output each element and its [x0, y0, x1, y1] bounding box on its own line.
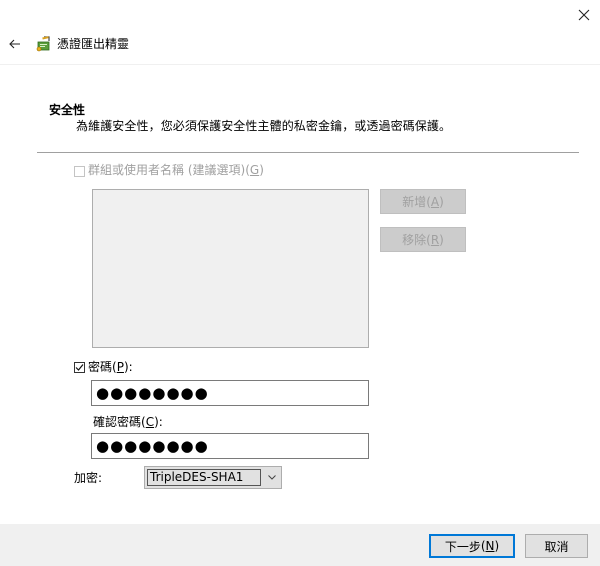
group-names-list[interactable] — [92, 189, 369, 348]
cancel-button[interactable]: 取消 — [525, 534, 588, 558]
remove-button[interactable]: 移除(R) — [380, 227, 466, 252]
close-icon — [578, 9, 590, 21]
section-title: 安全性 — [49, 103, 86, 117]
section-divider — [37, 152, 579, 153]
group-names-checkbox[interactable] — [74, 166, 85, 177]
wizard-title: 憑證匯出精靈 — [57, 37, 130, 51]
password-input[interactable]: ●●●●●●●● — [91, 380, 369, 406]
close-button[interactable] — [568, 0, 600, 30]
password-checkbox[interactable] — [74, 362, 85, 373]
section-description: 為維護安全性，您必須保護安全性主體的私密金鑰，或透過密碼保護。 — [76, 119, 452, 133]
encryption-label: 加密: — [74, 471, 103, 485]
next-button[interactable]: 下一步(N) — [429, 534, 515, 558]
encryption-select[interactable]: TripleDES-SHA1 — [144, 466, 282, 489]
back-button[interactable] — [2, 32, 28, 56]
confirm-password-label: 確認密碼(C): — [93, 415, 163, 429]
confirm-password-input[interactable]: ●●●●●●●● — [91, 433, 369, 459]
chevron-down-icon — [267, 473, 277, 483]
password-label: 密碼(P): — [88, 360, 133, 374]
encryption-selected-value: TripleDES-SHA1 — [147, 469, 261, 486]
header-divider — [0, 64, 600, 65]
certificate-wizard-icon — [35, 35, 53, 53]
checkmark-icon — [75, 364, 84, 371]
add-button[interactable]: 新增(A) — [380, 189, 466, 214]
back-arrow-icon — [9, 39, 20, 49]
group-names-label: 群組或使用者名稱 (建議選項)(G) — [88, 163, 264, 177]
